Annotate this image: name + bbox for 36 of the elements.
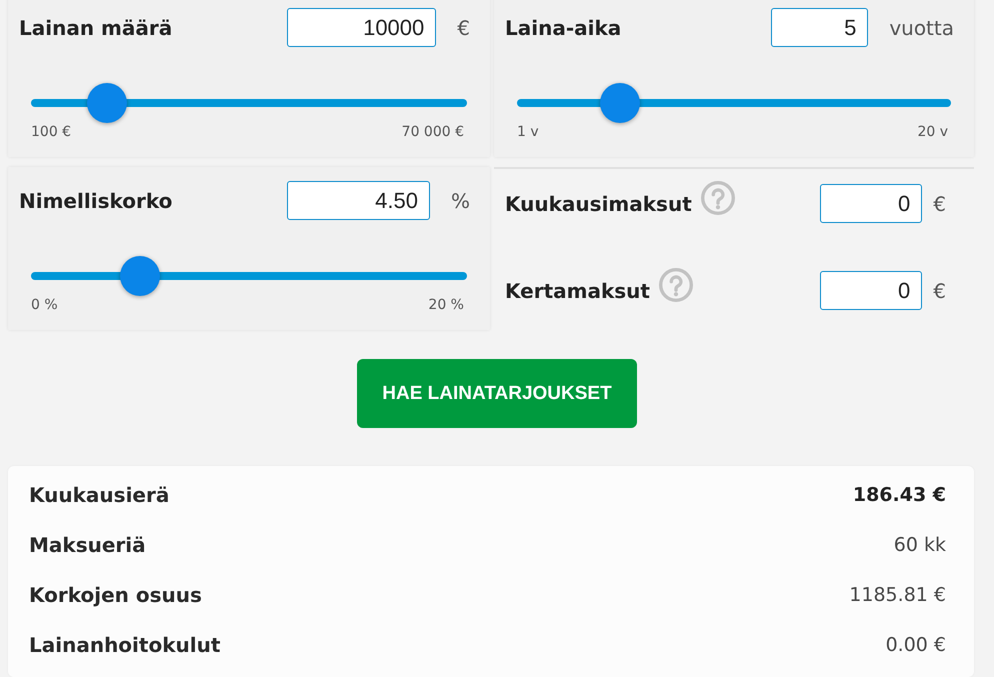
range-min-label: 1 v bbox=[517, 123, 539, 141]
result-label: Kuukausierä bbox=[29, 483, 170, 507]
result-label: Maksueriä bbox=[29, 533, 146, 557]
number-field[interactable]: 0 bbox=[820, 184, 922, 223]
result-label: Korkojen osuus bbox=[29, 583, 202, 607]
unit-label: € bbox=[933, 278, 946, 302]
result-value: 1185.81 € bbox=[849, 584, 946, 606]
range-max-label: 70 000 € bbox=[402, 123, 464, 141]
range-min-label: 0 % bbox=[31, 296, 58, 314]
number-field[interactable]: 4.50 bbox=[287, 181, 430, 220]
field-label: Laina-aika bbox=[505, 16, 622, 40]
unit-label: € bbox=[933, 192, 946, 216]
field-label: Kertamaksut bbox=[505, 278, 650, 302]
result-value: 186.43 € bbox=[852, 484, 946, 506]
field-label: Nimelliskorko bbox=[19, 188, 174, 212]
result-value: 0.00 € bbox=[886, 634, 946, 656]
range-slider[interactable] bbox=[31, 256, 467, 296]
result-label: Lainanhoitokulut bbox=[29, 633, 220, 657]
unit-label: € bbox=[457, 16, 470, 40]
field-label: Kuukausimaksut bbox=[505, 192, 692, 216]
range-slider[interactable] bbox=[31, 83, 467, 123]
number-field[interactable]: 10000 bbox=[287, 8, 436, 47]
slider-thumb[interactable] bbox=[87, 83, 128, 123]
submit-button[interactable]: HAE LAINATARJOUKSET bbox=[357, 359, 637, 428]
slider-thumb[interactable] bbox=[120, 256, 160, 296]
number-field[interactable]: 5 bbox=[771, 8, 868, 47]
unit-label: % bbox=[450, 188, 470, 212]
range-min-label: 100 € bbox=[31, 123, 72, 141]
field-label: Lainan määrä bbox=[19, 16, 174, 40]
range-max-label: 20 v bbox=[917, 123, 948, 141]
range-slider[interactable] bbox=[517, 83, 951, 123]
number-field[interactable]: 0 bbox=[820, 271, 922, 310]
unit-label: vuotta bbox=[889, 16, 954, 40]
result-value: 60 kk bbox=[894, 534, 946, 556]
slider-thumb[interactable] bbox=[600, 83, 640, 123]
range-max-label: 20 % bbox=[428, 296, 464, 314]
